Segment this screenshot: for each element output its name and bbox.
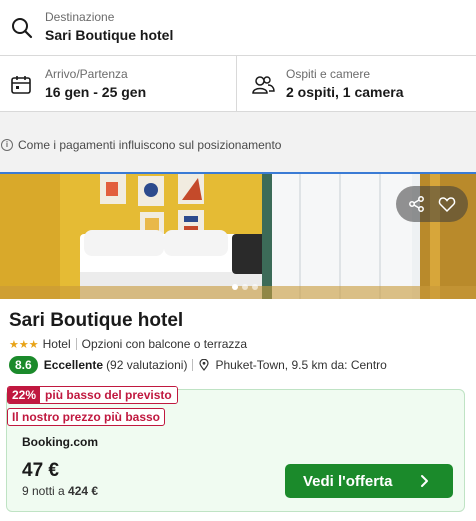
guests-label: Ospiti e camere: [286, 67, 371, 81]
destination-value: Sari Boutique hotel: [45, 27, 174, 43]
hotel-card[interactable]: Sari Boutique hotel ★ ★ ★ Hotel Opzioni co…: [0, 172, 476, 521]
divider: [192, 359, 194, 371]
discount-text: più basso del previsto: [40, 387, 177, 403]
view-deal-label: Vedi l'offerta: [303, 472, 393, 490]
ranking-info-text: Come i pagamenti influiscono sul posizio…: [18, 138, 282, 152]
favorite-button[interactable]: [435, 192, 459, 216]
hotel-name[interactable]: Sari Boutique hotel: [9, 310, 183, 332]
discount-percent: 22%: [8, 387, 41, 403]
location-pin-icon: [199, 359, 210, 371]
heart-icon: [438, 197, 456, 213]
pager-dot[interactable]: [252, 284, 258, 290]
review-score-badge: 8.6: [9, 356, 38, 374]
calendar-icon: [11, 76, 31, 94]
star-icon: ★: [18, 338, 29, 351]
photo-pager[interactable]: [232, 284, 258, 290]
hotel-location[interactable]: Phuket-Town, 9.5 km da: Centro: [215, 358, 386, 372]
total-price: 424 €: [68, 484, 99, 498]
dates-field[interactable]: Arrivo/Partenza 16 gen - 25 gen: [0, 56, 237, 112]
discount-badge: 22% più basso del previsto: [7, 386, 178, 404]
review-count[interactable]: (92 valutazioni): [106, 358, 187, 372]
rating-row: 8.6 Eccellente (92 valutazioni) Phuket-T…: [9, 356, 387, 374]
hotel-type: Hotel: [42, 337, 71, 351]
nightly-price: 47 €: [22, 460, 59, 481]
divider: [75, 338, 77, 350]
hotel-meta: ★ ★ ★ Hotel Opzioni con balcone o terrazza: [9, 337, 247, 351]
lowest-price-badge: Il nostro prezzo più basso: [7, 408, 166, 426]
photo-actions: [396, 186, 468, 222]
pager-dot[interactable]: [242, 284, 248, 290]
dates-label: Arrivo/Partenza: [45, 67, 128, 81]
search-panel: Destinazione Sari Boutique hotel Arrivo/…: [0, 0, 476, 112]
star-icon: ★: [9, 338, 19, 351]
dates-value: 16 gen - 25 gen: [45, 84, 147, 100]
hotel-feature: Opzioni con balcone o terrazza: [81, 337, 248, 351]
view-deal-button[interactable]: Vedi l'offerta: [285, 464, 453, 498]
total-price-line: 9 notti a 424 €: [22, 484, 98, 498]
guests-icon: [252, 76, 275, 94]
hotel-photo[interactable]: [0, 172, 476, 299]
pager-dot[interactable]: [232, 284, 238, 290]
star-rating: ★ ★ ★: [9, 338, 39, 351]
star-icon: ★: [28, 338, 39, 351]
destination-label: Destinazione: [45, 10, 115, 24]
offer-box[interactable]: 22% più basso del previsto Il nostro pre…: [6, 386, 465, 512]
share-button[interactable]: [405, 192, 429, 216]
guests-field[interactable]: Ospiti e camere 2 ospiti, 1 camera: [237, 56, 476, 112]
nights-text: 9 notti a: [22, 484, 65, 498]
search-icon: [12, 18, 33, 39]
chevron-right-icon: [421, 475, 428, 487]
provider-name: Booking.com: [22, 435, 99, 449]
rating-word: Eccellente: [43, 358, 104, 372]
guests-value: 2 ospiti, 1 camera: [286, 84, 404, 100]
info-icon: i: [1, 139, 13, 151]
destination-field[interactable]: Destinazione Sari Boutique hotel: [0, 0, 476, 56]
share-icon: [409, 196, 424, 212]
ranking-info-link[interactable]: i Come i pagamenti influiscono sul posiz…: [0, 136, 281, 154]
